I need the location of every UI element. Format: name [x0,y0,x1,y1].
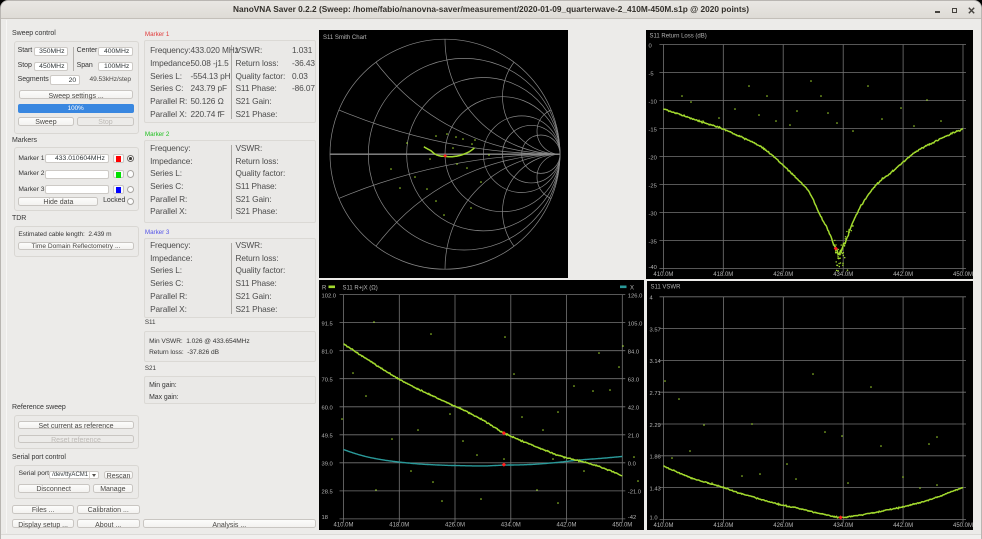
svg-text:418.0M: 418.0M [713,272,733,278]
svg-text:-40: -40 [649,265,657,271]
svg-text:410.0M: 410.0M [333,522,353,528]
svg-text:450.0M: 450.0M [953,272,973,278]
svg-text:21.0: 21.0 [628,434,639,440]
svg-text:3.14: 3.14 [650,359,662,365]
svg-text:126.0: 126.0 [628,293,643,299]
svg-text:S11 VSWR: S11 VSWR [651,285,682,291]
svg-text:-20: -20 [649,155,657,161]
svg-text:0.0: 0.0 [628,462,636,468]
svg-text:434.0M: 434.0M [833,272,853,278]
svg-text:63.0: 63.0 [628,378,639,384]
svg-text:102.0: 102.0 [322,293,337,299]
svg-text:-42: -42 [628,515,636,521]
svg-text:426.0M: 426.0M [445,522,465,528]
svg-text:2.71: 2.71 [650,391,661,397]
svg-text:1.0: 1.0 [650,516,658,522]
svg-text:-15: -15 [649,127,657,133]
svg-text:28.5: 28.5 [322,490,333,496]
svg-text:-10: -10 [649,99,657,105]
svg-text:418.0M: 418.0M [389,522,409,528]
svg-text:410.0M: 410.0M [653,523,673,529]
svg-text:91.5: 91.5 [322,321,333,327]
svg-text:418.0M: 418.0M [713,523,733,529]
svg-text:426.0M: 426.0M [773,272,793,278]
svg-text:-35: -35 [649,239,657,245]
svg-text:49.5: 49.5 [322,434,333,440]
svg-text:1.43: 1.43 [650,486,661,492]
svg-text:42.0: 42.0 [628,406,639,412]
svg-text:S11 Return Loss (dB): S11 Return Loss (dB) [650,34,707,40]
svg-text:2.29: 2.29 [650,423,661,429]
svg-text:81.0: 81.0 [322,350,333,356]
svg-text:18: 18 [322,515,328,521]
svg-text:3.57: 3.57 [650,327,661,333]
svg-text:426.0M: 426.0M [773,523,793,529]
svg-text:S11 R+jX (Ω): S11 R+jX (Ω) [343,286,378,292]
svg-text:R: R [322,286,327,292]
svg-text:-21.0: -21.0 [628,490,641,496]
svg-text:1.86: 1.86 [650,455,661,461]
svg-text:X: X [630,286,634,292]
svg-text:60.0: 60.0 [322,406,333,412]
svg-text:-30: -30 [649,211,657,217]
svg-text:442.0M: 442.0M [556,522,576,528]
svg-text:0: 0 [649,43,652,49]
svg-text:410.0M: 410.0M [653,272,673,278]
svg-text:442.0M: 442.0M [893,272,913,278]
svg-text:105.0: 105.0 [628,321,643,327]
svg-text:70.5: 70.5 [322,378,333,384]
svg-text:84.0: 84.0 [628,350,639,356]
svg-text:450.0M: 450.0M [612,522,632,528]
svg-text:442.0M: 442.0M [893,523,913,529]
svg-text:S11 Smith Chart: S11 Smith Chart [323,35,367,41]
svg-text:-5: -5 [649,71,654,77]
svg-text:434.0M: 434.0M [501,522,521,528]
svg-text:39.0: 39.0 [322,462,333,468]
svg-text:450.0M: 450.0M [953,523,973,529]
svg-text:4: 4 [650,296,654,302]
svg-text:434.0M: 434.0M [833,523,853,529]
svg-text:-25: -25 [649,183,657,189]
